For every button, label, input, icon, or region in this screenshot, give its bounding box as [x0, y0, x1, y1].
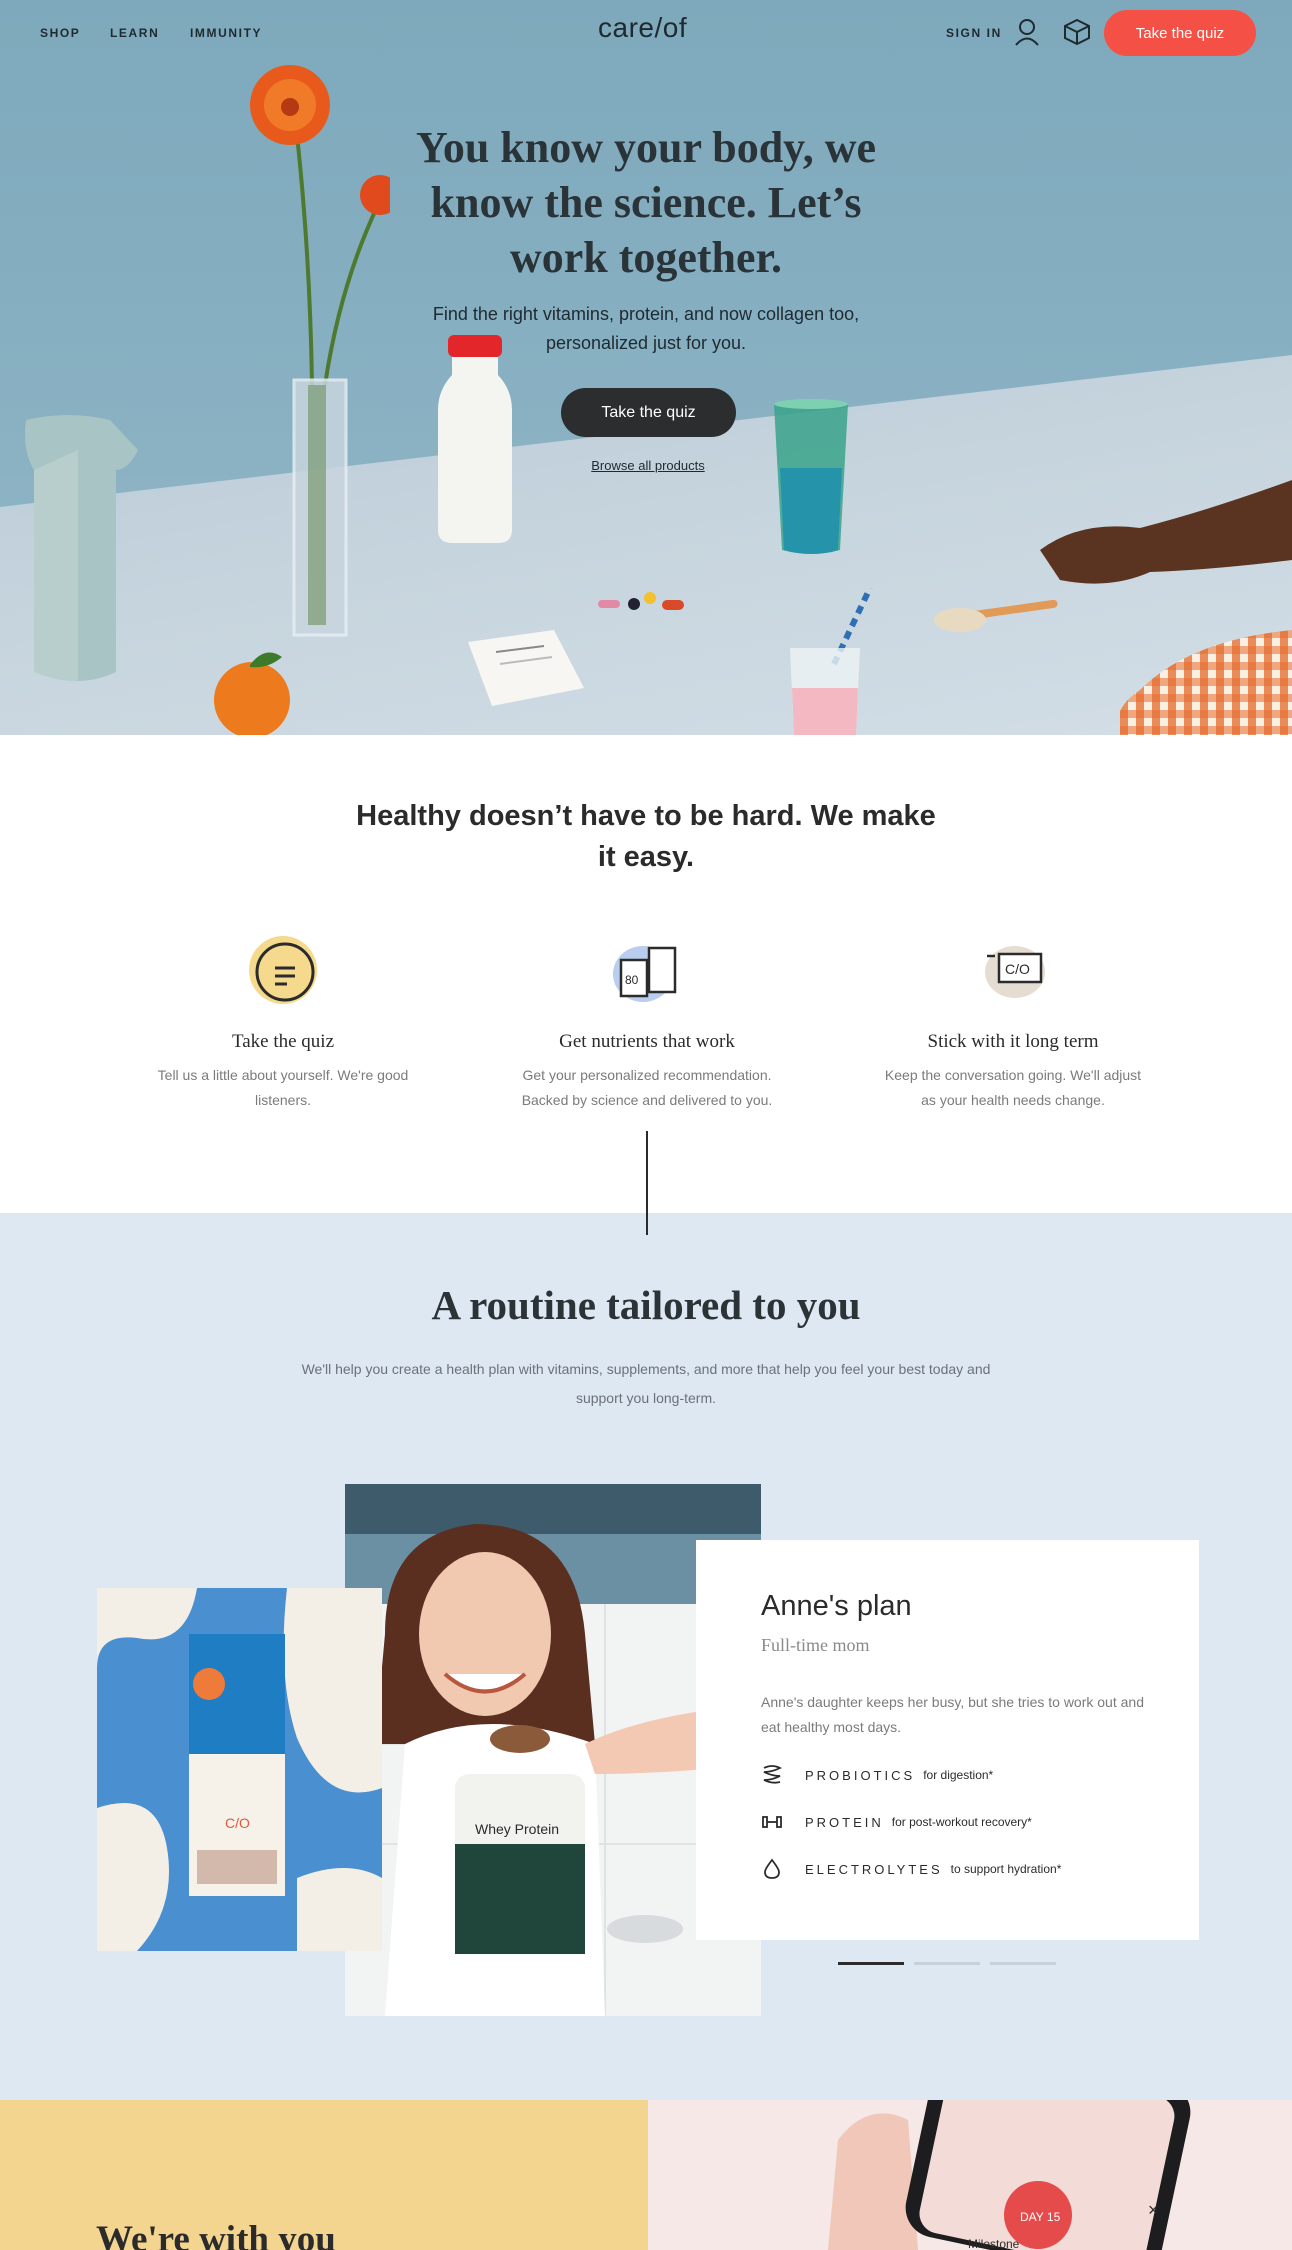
benefit-probiotics: PROBIOTICS for digestion*	[761, 1764, 993, 1786]
user-icon[interactable]	[1014, 18, 1040, 46]
pitcher-image	[25, 415, 138, 682]
benefit-protein: PROTEIN for post-workout recovery*	[761, 1811, 1032, 1833]
gingham-cloth-image	[1120, 630, 1292, 735]
benefit-note: to support hydration*	[950, 1862, 1062, 1876]
step-desc: Tell us a little about yourself. We're g…	[157, 1067, 409, 1108]
benefit-name: PROTEIN	[805, 1814, 884, 1830]
hero-section: SHOP LEARN IMMUNITY care/of SIGN IN Take…	[0, 0, 1292, 735]
plan-card: Anne's plan Full-time mom Anne's daughte…	[696, 1540, 1199, 1940]
sachet-image	[468, 630, 584, 706]
step-desc: Keep the conversation going. We'll adjus…	[884, 1067, 1142, 1108]
hero-subtitle: Find the right vitamins, protein, and no…	[432, 304, 860, 353]
support-title: We're with you	[96, 2219, 336, 2250]
pack-label: C/O	[225, 1815, 250, 1831]
carousel-dot-1[interactable]	[838, 1962, 904, 1965]
careof-box-icon: C/O	[985, 946, 1045, 998]
svg-text:C/O: C/O	[1005, 961, 1030, 977]
benefit-note: for post-workout recovery*	[891, 1815, 1032, 1829]
app-phone-photo: DAY 15 × Milestone	[648, 2100, 1292, 2250]
quiz-quote-icon	[249, 936, 317, 1004]
sign-in-link[interactable]: SIGN IN	[946, 26, 1002, 40]
nav-link-shop[interactable]: SHOP	[40, 26, 80, 40]
nutrient-packs-icon: 80	[613, 946, 677, 1002]
milk-bottle-image	[438, 335, 512, 543]
step-title: Stick with it long term	[927, 1031, 1099, 1052]
browse-products-link[interactable]: Browse all products	[560, 458, 736, 473]
nav-link-immunity[interactable]: IMMUNITY	[190, 26, 262, 40]
orange-image	[214, 652, 290, 735]
flower-vase-image	[250, 65, 390, 637]
benefit-name: PROBIOTICS	[805, 1767, 916, 1783]
benefit-name: ELECTROLYTES	[805, 1861, 943, 1877]
pills-image	[598, 592, 684, 610]
careof-logo[interactable]: care/of	[598, 12, 687, 44]
box-cart-icon[interactable]	[1063, 18, 1091, 46]
phone-illustration: DAY 15 × Milestone	[828, 2100, 1191, 2250]
hand-spoon-image	[934, 480, 1292, 632]
step-take-quiz: Take the quiz Tell us a little about you…	[133, 934, 433, 1113]
top-nav: SHOP LEARN IMMUNITY care/of SIGN IN Take…	[0, 0, 1292, 64]
routine-section: A routine tailored to you We'll help you…	[0, 1213, 1292, 2100]
phone-close-icon: ×	[1148, 2200, 1159, 2220]
phone-badge-text: DAY 15	[1020, 2210, 1061, 2224]
carousel-indicators	[838, 1962, 1058, 1966]
how-it-works-title: Healthy doesn’t have to be hard. We make…	[356, 800, 936, 873]
careof-pack-photo: C/O	[97, 1588, 382, 1951]
careof-pack-illustration: C/O	[97, 1588, 382, 1951]
phone-caption: Milestone	[968, 2237, 1020, 2250]
gut-icon	[763, 1765, 783, 1784]
nav-take-quiz-button[interactable]: Take the quiz	[1104, 10, 1256, 56]
svg-text:80: 80	[625, 973, 639, 987]
step-stick-with-it: C/O Stick with it long term Keep the con…	[863, 934, 1163, 1113]
benefit-note: for digestion*	[923, 1768, 994, 1782]
hero-take-quiz-button[interactable]: Take the quiz	[561, 388, 736, 437]
routine-subtitle: We'll help you create a health plan with…	[301, 1361, 991, 1406]
routine-title: A routine tailored to you	[431, 1282, 861, 1328]
step-title: Get nutrients that work	[559, 1031, 735, 1052]
carousel-dot-2[interactable]	[914, 1962, 980, 1965]
green-glass-image	[774, 399, 848, 554]
nav-link-learn[interactable]: LEARN	[110, 26, 159, 40]
droplet-icon	[764, 1858, 780, 1879]
carousel-dot-3[interactable]	[990, 1962, 1056, 1965]
plan-card-name: Anne's plan	[761, 1590, 912, 1622]
hero-title: You know your body, we know the science.…	[415, 123, 877, 282]
step-title: Take the quiz	[231, 1031, 335, 1052]
step-desc: Get your personalized recommendation. Ba…	[521, 1067, 773, 1108]
support-section: We're with you	[0, 2100, 648, 2250]
section-divider-line	[646, 1131, 648, 1235]
plan-card-desc: Anne's daughter keeps her busy, but she …	[761, 1694, 1144, 1735]
benefit-electrolytes: ELECTROLYTES to support hydration*	[761, 1858, 1061, 1880]
dumbbell-icon	[762, 1816, 782, 1828]
smoothie-glass-image	[790, 588, 873, 735]
step-get-nutrients: 80 Get nutrients that work Get your pers…	[497, 934, 797, 1113]
plan-card-role: Full-time mom	[761, 1635, 870, 1655]
whey-protein-label: Whey Protein	[475, 1821, 559, 1837]
